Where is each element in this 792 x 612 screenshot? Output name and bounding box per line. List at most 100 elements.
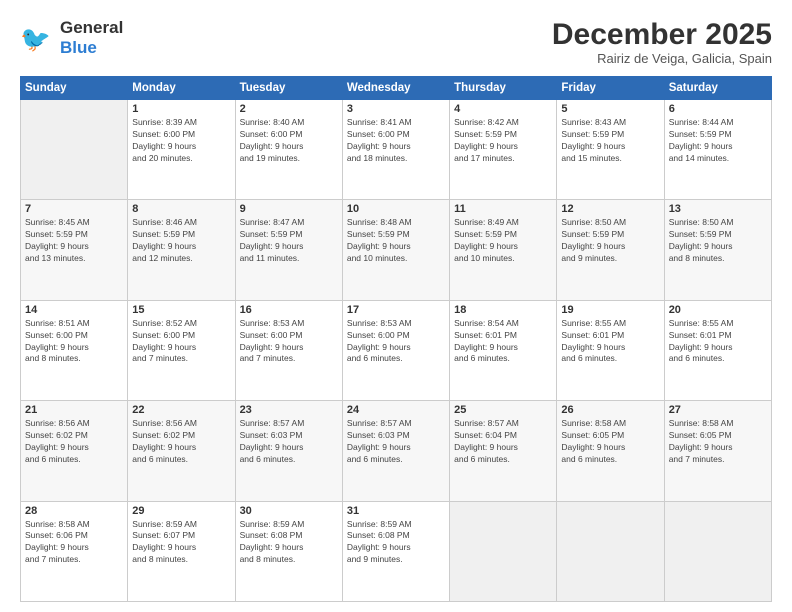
day-number: 4 [454, 103, 552, 115]
day-number: 30 [240, 505, 338, 517]
day-info: Sunrise: 8:46 AM Sunset: 5:59 PM Dayligh… [132, 217, 230, 265]
day-number: 28 [25, 505, 123, 517]
calendar-cell: 27 Sunrise: 8:58 AM Sunset: 6:05 PM Dayli… [664, 401, 771, 501]
day-info: Sunrise: 8:57 AM Sunset: 6:03 PM Dayligh… [347, 418, 445, 466]
day-number: 9 [240, 203, 338, 215]
day-info: Sunrise: 8:57 AM Sunset: 6:04 PM Dayligh… [454, 418, 552, 466]
day-info: Sunrise: 8:59 AM Sunset: 6:08 PM Dayligh… [240, 519, 338, 567]
calendar-cell: 20 Sunrise: 8:55 AM Sunset: 6:01 PM Dayli… [664, 300, 771, 400]
day-info: Sunrise: 8:48 AM Sunset: 5:59 PM Dayligh… [347, 217, 445, 265]
week-row-2: 14Sunrise: 8:51 AM Sunset: 6:00 PM Dayli… [21, 300, 772, 400]
day-info: Sunrise: 8:39 AM Sunset: 6:00 PM Dayligh… [132, 117, 230, 165]
day-info: Sunrise: 8:47 AM Sunset: 5:59 PM Dayligh… [240, 217, 338, 265]
calendar-cell: 18Sunrise: 8:54 AM Sunset: 6:01 PM Dayli… [450, 300, 557, 400]
day-number: 12 [561, 203, 659, 215]
calendar-cell: 5 Sunrise: 8:43 AM Sunset: 5:59 PM Daylig… [557, 100, 664, 200]
day-info: Sunrise: 8:52 AM Sunset: 6:00 PM Dayligh… [132, 318, 230, 366]
day-info: Sunrise: 8:57 AM Sunset: 6:03 PM Dayligh… [240, 418, 338, 466]
day-number: 15 [132, 304, 230, 316]
day-number: 29 [132, 505, 230, 517]
calendar-cell: 14Sunrise: 8:51 AM Sunset: 6:00 PM Dayli… [21, 300, 128, 400]
day-number: 20 [669, 304, 767, 316]
day-number: 25 [454, 404, 552, 416]
day-info: Sunrise: 8:41 AM Sunset: 6:00 PM Dayligh… [347, 117, 445, 165]
day-info: Sunrise: 8:59 AM Sunset: 6:08 PM Dayligh… [347, 519, 445, 567]
day-info: Sunrise: 8:45 AM Sunset: 5:59 PM Dayligh… [25, 217, 123, 265]
logo-blue: Blue [60, 38, 97, 57]
day-info: Sunrise: 8:44 AM Sunset: 5:59 PM Dayligh… [669, 117, 767, 165]
header-friday: Friday [557, 77, 664, 100]
calendar-cell: 2Sunrise: 8:40 AM Sunset: 6:00 PM Daylig… [235, 100, 342, 200]
day-info: Sunrise: 8:55 AM Sunset: 6:01 PM Dayligh… [561, 318, 659, 366]
week-row-1: 7 Sunrise: 8:45 AM Sunset: 5:59 PM Daylig… [21, 200, 772, 300]
calendar-cell [664, 501, 771, 601]
day-info: Sunrise: 8:51 AM Sunset: 6:00 PM Dayligh… [25, 318, 123, 366]
weekday-header-row: Sunday Monday Tuesday Wednesday Thursday… [21, 77, 772, 100]
header-thursday: Thursday [450, 77, 557, 100]
calendar-cell: 21Sunrise: 8:56 AM Sunset: 6:02 PM Dayli… [21, 401, 128, 501]
header-wednesday: Wednesday [342, 77, 449, 100]
svg-text:🐦: 🐦 [20, 26, 51, 52]
calendar-cell: 1Sunrise: 8:39 AM Sunset: 6:00 PM Daylig… [128, 100, 235, 200]
calendar-body: 1Sunrise: 8:39 AM Sunset: 6:00 PM Daylig… [21, 100, 772, 602]
calendar-cell: 19 Sunrise: 8:55 AM Sunset: 6:01 PM Dayli… [557, 300, 664, 400]
day-number: 19 [561, 304, 659, 316]
logo-icon: 🐦 [20, 23, 56, 53]
calendar-cell: 6Sunrise: 8:44 AM Sunset: 5:59 PM Daylig… [664, 100, 771, 200]
calendar-cell: 12Sunrise: 8:50 AM Sunset: 5:59 PM Dayli… [557, 200, 664, 300]
calendar-cell: 13 Sunrise: 8:50 AM Sunset: 5:59 PM Dayli… [664, 200, 771, 300]
month-title: December 2025 [552, 18, 772, 51]
calendar-cell: 9 Sunrise: 8:47 AM Sunset: 5:59 PM Daylig… [235, 200, 342, 300]
logo: 🐦 General Blue [20, 18, 123, 57]
day-info: Sunrise: 8:58 AM Sunset: 6:05 PM Dayligh… [669, 418, 767, 466]
day-info: Sunrise: 8:56 AM Sunset: 6:02 PM Dayligh… [132, 418, 230, 466]
calendar-cell: 31 Sunrise: 8:59 AM Sunset: 6:08 PM Dayli… [342, 501, 449, 601]
day-number: 26 [561, 404, 659, 416]
day-info: Sunrise: 8:49 AM Sunset: 5:59 PM Dayligh… [454, 217, 552, 265]
day-info: Sunrise: 8:42 AM Sunset: 5:59 PM Dayligh… [454, 117, 552, 165]
day-number: 31 [347, 505, 445, 517]
day-number: 3 [347, 103, 445, 115]
calendar-cell: 15 Sunrise: 8:52 AM Sunset: 6:00 PM Dayli… [128, 300, 235, 400]
calendar-cell [21, 100, 128, 200]
header-sunday: Sunday [21, 77, 128, 100]
day-info: Sunrise: 8:50 AM Sunset: 5:59 PM Dayligh… [669, 217, 767, 265]
header-tuesday: Tuesday [235, 77, 342, 100]
day-info: Sunrise: 8:56 AM Sunset: 6:02 PM Dayligh… [25, 418, 123, 466]
day-info: Sunrise: 8:43 AM Sunset: 5:59 PM Dayligh… [561, 117, 659, 165]
day-number: 17 [347, 304, 445, 316]
day-number: 10 [347, 203, 445, 215]
calendar-page: 🐦 General Blue December 2025 Rairiz de V… [0, 0, 792, 612]
calendar-cell: 4 Sunrise: 8:42 AM Sunset: 5:59 PM Daylig… [450, 100, 557, 200]
day-info: Sunrise: 8:53 AM Sunset: 6:00 PM Dayligh… [347, 318, 445, 366]
location: Rairiz de Veiga, Galicia, Spain [552, 51, 772, 66]
calendar-cell: 3 Sunrise: 8:41 AM Sunset: 6:00 PM Daylig… [342, 100, 449, 200]
calendar-cell: 28 Sunrise: 8:58 AM Sunset: 6:06 PM Dayli… [21, 501, 128, 601]
logo-text: General Blue [60, 18, 123, 57]
calendar-cell: 22Sunrise: 8:56 AM Sunset: 6:02 PM Dayli… [128, 401, 235, 501]
day-info: Sunrise: 8:53 AM Sunset: 6:00 PM Dayligh… [240, 318, 338, 366]
calendar-cell: 26Sunrise: 8:58 AM Sunset: 6:05 PM Dayli… [557, 401, 664, 501]
day-info: Sunrise: 8:40 AM Sunset: 6:00 PM Dayligh… [240, 117, 338, 165]
calendar-table: Sunday Monday Tuesday Wednesday Thursday… [20, 76, 772, 602]
calendar-cell: 8 Sunrise: 8:46 AM Sunset: 5:59 PM Daylig… [128, 200, 235, 300]
day-number: 27 [669, 404, 767, 416]
day-number: 16 [240, 304, 338, 316]
day-info: Sunrise: 8:58 AM Sunset: 6:06 PM Dayligh… [25, 519, 123, 567]
logo-general: General [60, 18, 123, 37]
day-number: 7 [25, 203, 123, 215]
calendar-cell: 7 Sunrise: 8:45 AM Sunset: 5:59 PM Daylig… [21, 200, 128, 300]
calendar-cell: 25 Sunrise: 8:57 AM Sunset: 6:04 PM Dayli… [450, 401, 557, 501]
day-info: Sunrise: 8:55 AM Sunset: 6:01 PM Dayligh… [669, 318, 767, 366]
day-number: 8 [132, 203, 230, 215]
header: 🐦 General Blue December 2025 Rairiz de V… [20, 18, 772, 66]
week-row-3: 21Sunrise: 8:56 AM Sunset: 6:02 PM Dayli… [21, 401, 772, 501]
day-number: 5 [561, 103, 659, 115]
calendar-cell: 16 Sunrise: 8:53 AM Sunset: 6:00 PM Dayli… [235, 300, 342, 400]
header-monday: Monday [128, 77, 235, 100]
calendar-cell [450, 501, 557, 601]
day-number: 13 [669, 203, 767, 215]
week-row-0: 1Sunrise: 8:39 AM Sunset: 6:00 PM Daylig… [21, 100, 772, 200]
calendar-cell [557, 501, 664, 601]
title-block: December 2025 Rairiz de Veiga, Galicia, … [552, 18, 772, 66]
